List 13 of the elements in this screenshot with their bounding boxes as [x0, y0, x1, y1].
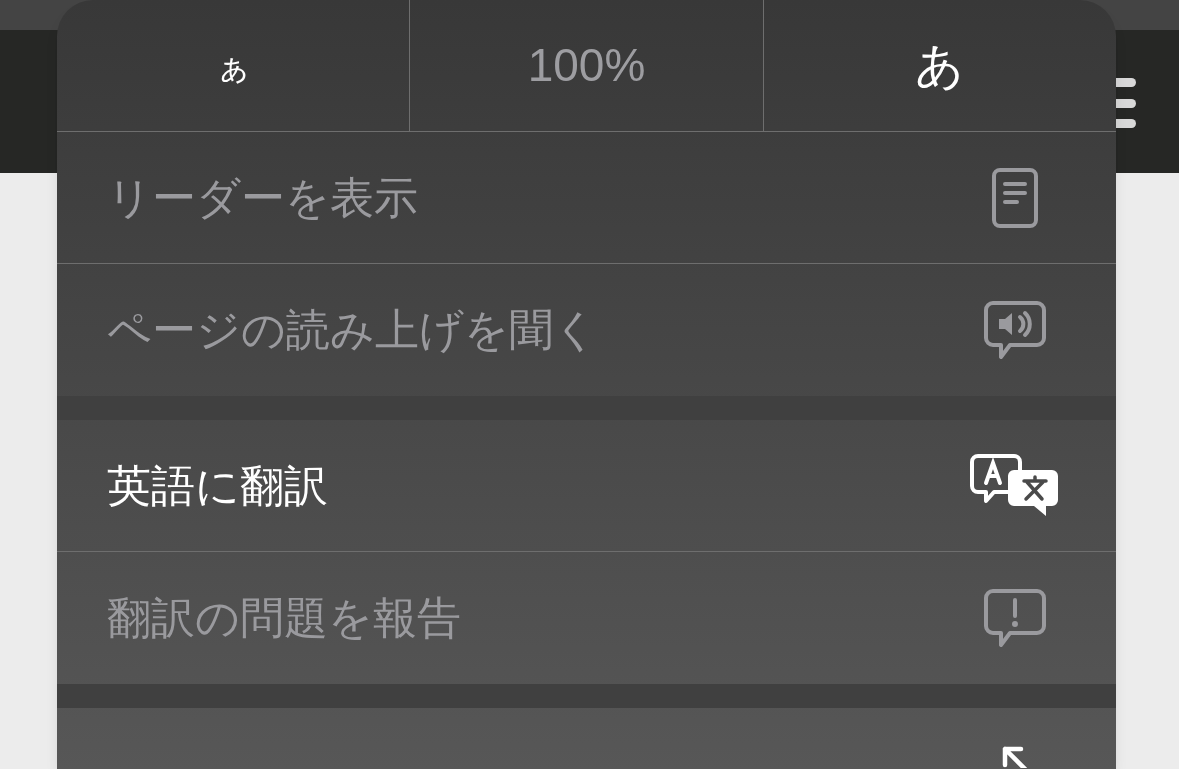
document-icon	[990, 166, 1040, 229]
translate-icon	[970, 452, 1060, 519]
increase-text-size-button[interactable]: あ	[763, 0, 1116, 131]
exclamation-bubble-icon	[983, 588, 1047, 648]
menu-item-label: ページの読み上げを聞く	[107, 308, 598, 352]
menu-item-label: 翻訳の問題を報告	[107, 596, 461, 640]
menu-icon[interactable]	[1116, 78, 1138, 128]
zoom-level: 100%	[410, 0, 764, 131]
menu-item[interactable]: 英語に翻訳	[57, 420, 1116, 552]
menu-item-label: リーダーを表示	[107, 175, 418, 220]
speaker-bubble-icon	[983, 300, 1047, 360]
menu-item-label: 英語に翻訳	[107, 463, 328, 508]
decrease-text-size-button[interactable]: ぁ	[57, 0, 411, 131]
